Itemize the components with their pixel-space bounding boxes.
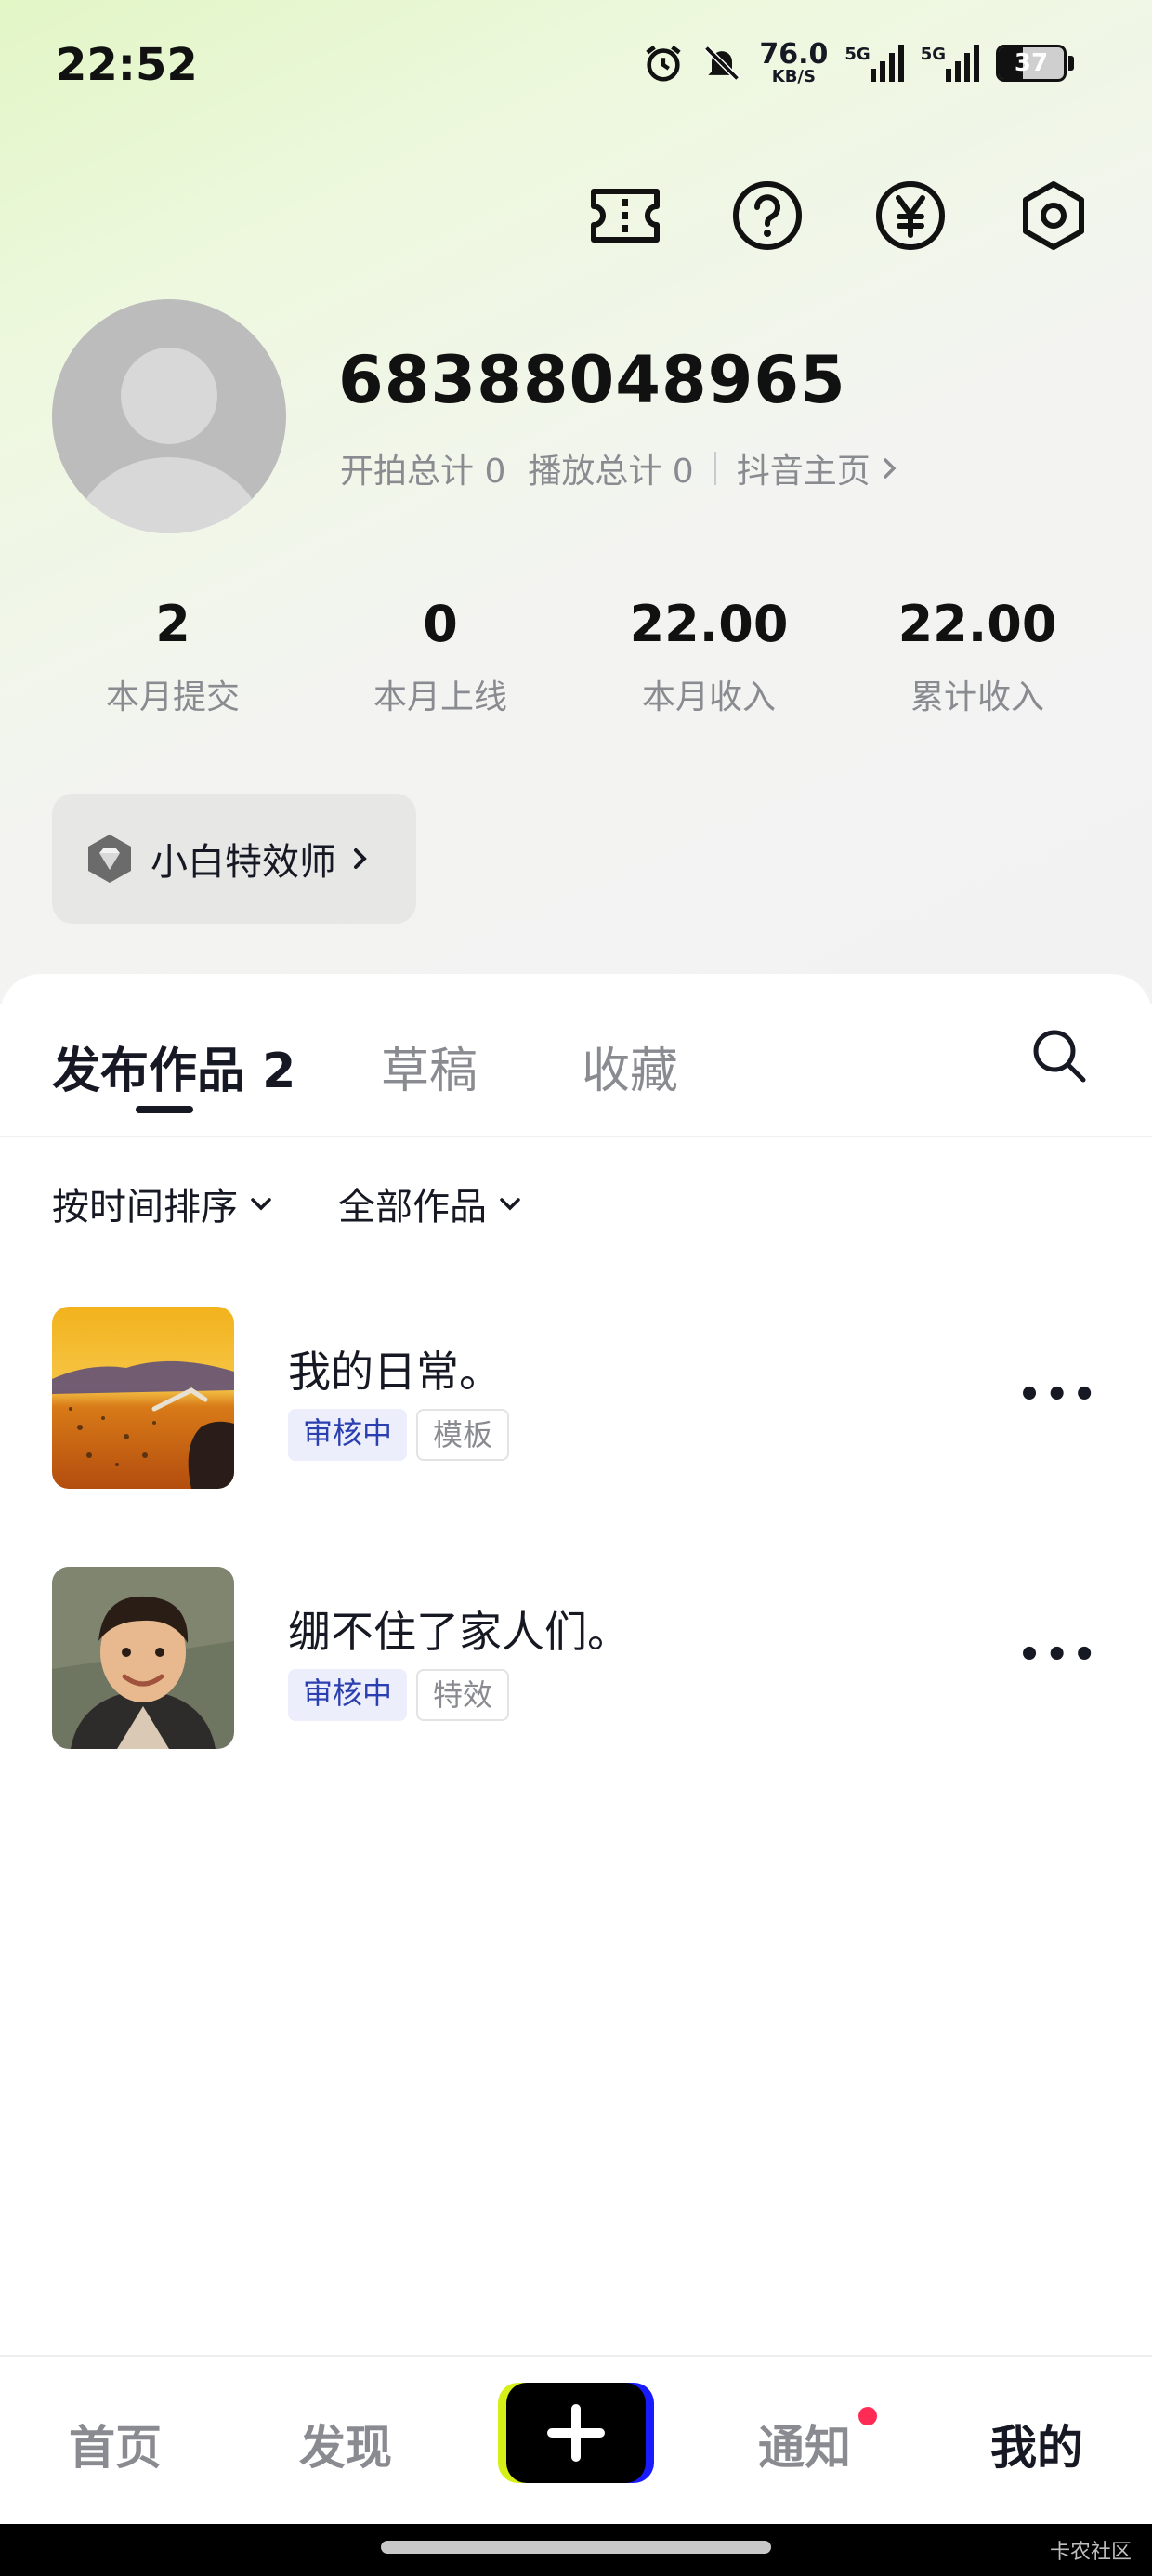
nav-home[interactable]: 首页	[69, 2411, 162, 2477]
tab-published[interactable]: 发布作品 2	[52, 1032, 295, 1101]
username: 68388048965	[338, 342, 846, 418]
tab-favorites[interactable]: 收藏	[582, 1032, 678, 1101]
stat-month-submitted: 2 本月提交	[52, 595, 294, 718]
status-icons: 76.0 KB/S 5G 5G 37	[642, 41, 1074, 85]
meta-divider	[713, 452, 716, 485]
stat-label: 累计收入	[910, 678, 1044, 716]
notification-dot	[858, 2407, 877, 2425]
more-options-button[interactable]: •••	[1017, 1634, 1100, 1676]
work-title[interactable]: 我的日常。	[288, 1338, 502, 1400]
status-badge: 审核中	[288, 1409, 408, 1461]
play-total: 播放总计 0	[528, 453, 694, 491]
search-icon	[1033, 1030, 1086, 1083]
diamond-icon	[88, 835, 131, 883]
help-button[interactable]	[728, 177, 806, 255]
tabs-divider	[0, 1136, 1152, 1137]
avatar[interactable]	[52, 299, 286, 533]
stat-value: 2	[155, 595, 190, 653]
ticket-icon	[591, 189, 660, 243]
income-button[interactable]	[871, 177, 949, 255]
battery-nub	[1068, 56, 1074, 71]
stat-value: 22.00	[897, 595, 1057, 653]
sort-label: 按时间排序	[52, 1186, 238, 1229]
stat-total-income[interactable]: 22.00 累计收入	[857, 595, 1098, 718]
stat-value: 0	[423, 595, 458, 653]
tab-drafts[interactable]: 草稿	[381, 1032, 478, 1101]
category-label: 全部作品	[338, 1186, 487, 1229]
shoot-total: 开拍总计 0	[340, 453, 506, 491]
nav-notifications[interactable]: 通知	[758, 2411, 851, 2477]
creator-level-badge[interactable]: 小白特效师	[52, 794, 416, 924]
watermark: 卡农社区	[1049, 2541, 1132, 2564]
chevron-down-icon	[500, 1198, 520, 1211]
question-icon	[733, 181, 802, 250]
create-button[interactable]	[498, 2383, 654, 2483]
alarm-icon	[646, 45, 681, 82]
net-speed: 76.0 KB/S	[759, 38, 829, 86]
nav-me[interactable]: 我的	[990, 2411, 1083, 2477]
type-badge: 模板	[416, 1409, 510, 1461]
stat-month-online: 0 本月上线	[320, 595, 561, 718]
work-title[interactable]: 绷不住了家人们。	[288, 1598, 630, 1660]
signal-5g-icon: 5G	[844, 45, 904, 82]
status-badge: 审核中	[288, 1669, 408, 1721]
stat-label: 本月提交	[105, 678, 240, 716]
settings-icon	[1023, 181, 1084, 250]
ticket-button[interactable]	[586, 177, 664, 255]
battery-icon: 37	[996, 45, 1067, 82]
stat-value: 22.00	[629, 595, 789, 653]
creator-level-label: 小白特效师	[151, 841, 336, 884]
stat-month-income[interactable]: 22.00 本月收入	[588, 595, 830, 718]
type-badge: 特效	[416, 1669, 510, 1721]
home-indicator[interactable]	[381, 2541, 771, 2554]
yen-icon	[876, 181, 945, 250]
category-dropdown[interactable]: 全部作品	[338, 1176, 524, 1230]
more-options-button[interactable]: •••	[1017, 1373, 1100, 1416]
signal-5g-icon-2: 5G	[921, 45, 979, 82]
stat-label: 本月收入	[641, 678, 776, 716]
profile-meta: 开拍总计 0 播放总计 0 抖音主页	[340, 444, 902, 493]
sort-dropdown[interactable]: 按时间排序	[52, 1176, 275, 1230]
status-time: 22:52	[56, 39, 198, 91]
douyin-home-link[interactable]: 抖音主页	[737, 444, 871, 493]
settings-button[interactable]	[1015, 177, 1093, 255]
plus-icon	[498, 2383, 654, 2483]
chevron-down-icon	[251, 1198, 271, 1211]
chevron-right-icon	[354, 848, 367, 869]
work-thumbnail-portrait[interactable]	[52, 1567, 234, 1749]
work-thumbnail-sunset[interactable]	[52, 1307, 234, 1489]
stat-label: 本月上线	[373, 678, 507, 716]
nav-discover[interactable]: 发现	[299, 2411, 392, 2477]
default-avatar-icon	[72, 348, 266, 533]
tab-underline	[136, 1106, 193, 1113]
search-button[interactable]	[1029, 1026, 1089, 1089]
mute-bell-icon	[704, 46, 740, 81]
chevron-right-icon	[883, 458, 897, 479]
